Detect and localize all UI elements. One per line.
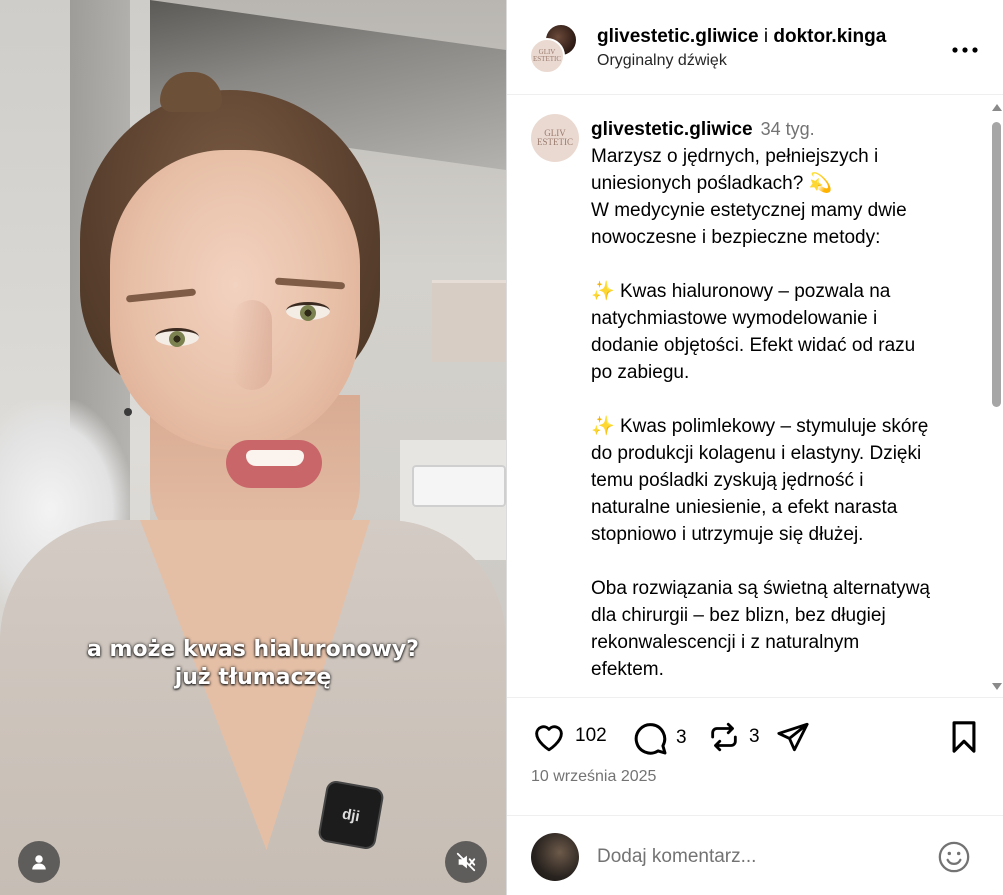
sparkles-emoji-icon: ✨ [591, 281, 615, 302]
person-earring [124, 408, 132, 416]
comment-avatar-logo-text: GLIV ESTETIC [537, 128, 573, 147]
like-button[interactable]: 102 [531, 720, 607, 752]
comment-count[interactable]: 3 [676, 727, 687, 749]
username-link-1[interactable]: glivestetic.gliwice [597, 26, 759, 47]
background-device [412, 465, 506, 507]
microphone-label: dji [340, 805, 362, 825]
caption-line: nowoczesne i bezpieczne metody: [591, 227, 881, 248]
post-date[interactable]: 10 września 2025 [531, 768, 656, 786]
post-actions: 102 3 3 10 września 2025 [507, 697, 1003, 807]
speaker-muted-icon [456, 852, 476, 872]
emoji-button[interactable] [937, 840, 971, 879]
avatar-glivestetic[interactable]: GLIV ESTETIC [529, 38, 565, 74]
person-eye-right [286, 302, 330, 321]
caption-line: natychmiastowe wymodelowanie i [591, 308, 878, 329]
caption-line: temu pośladki zyskują jędrność i [591, 470, 864, 491]
username-joiner: i [763, 26, 769, 47]
clip-microphone: dji [317, 779, 385, 851]
comment-bubble-icon [634, 723, 667, 755]
caption-line: dla chirurgii – bez blizn, bez długiej [591, 605, 886, 626]
current-user-avatar [531, 833, 579, 881]
tagged-users-button[interactable] [18, 841, 60, 883]
save-button[interactable] [949, 720, 979, 754]
repost-button[interactable]: 3 [707, 720, 760, 754]
audio-link[interactable]: Oryginalny dźwięk [597, 52, 727, 70]
caption-line: W medycynie estetycznej mamy dwie [591, 200, 907, 221]
person-eye-left [155, 328, 199, 347]
share-button[interactable] [775, 720, 811, 754]
caption-line: stopniowo i utrzymuje się dłużej. [591, 524, 864, 545]
scroll-down-arrow-icon[interactable] [992, 683, 1002, 690]
scrollbar-thumb[interactable] [992, 122, 1001, 407]
heart-icon [535, 725, 563, 752]
comments-section[interactable]: GLIV ESTETIC glivestetic.gliwice 34 tyg. M… [507, 96, 1003, 696]
subtitle-line-1: a może kwas hialuronowy? [87, 637, 419, 662]
more-options-button[interactable] [952, 36, 978, 56]
comment-button[interactable]: 3 [632, 720, 687, 756]
caption-line-with-emoji: uniesionych pośladkach? 💫 [591, 173, 833, 194]
caption-line: do produkcji kolagenu i elastyny. Dzięki [591, 443, 922, 464]
comment-avatar[interactable]: GLIV ESTETIC [531, 114, 579, 162]
send-icon [777, 722, 809, 752]
dizzy-emoji-icon: 💫 [808, 173, 833, 194]
video-subtitle: a może kwas hialuronowy? już tłumaczę [0, 636, 506, 692]
caption-line: rekonwalescencji i z naturalnym [591, 632, 860, 653]
caption-line: efektem. [591, 659, 664, 680]
caption-line-with-emoji: ✨ Kwas polimlekowy – stymuluje skórę [591, 416, 929, 437]
caption-line: po zabiegu. [591, 362, 690, 383]
comments-scrollbar[interactable] [989, 100, 1003, 692]
smiley-icon [938, 841, 970, 873]
repost-count[interactable]: 3 [749, 726, 760, 748]
repost-icon [711, 722, 737, 752]
bookmark-icon [952, 721, 976, 753]
mute-button[interactable] [445, 841, 487, 883]
caption-line-with-emoji: ✨ Kwas hialuronowy – pozwala na [591, 281, 891, 302]
video-player[interactable]: a może kwas hialuronowy? już tłumaczę dj… [0, 0, 506, 895]
person-nose [232, 300, 272, 390]
scroll-up-arrow-icon[interactable] [992, 104, 1002, 111]
person-iris-right [300, 305, 316, 321]
like-count[interactable]: 102 [575, 725, 607, 747]
caption-line: Oba rozwiązania są świetną alternatywą [591, 578, 931, 599]
caption-line: Marzysz o jędrnych, pełniejszych i [591, 146, 879, 167]
instagram-post-view: a może kwas hialuronowy? już tłumaczę dj… [0, 0, 1003, 895]
caption-comment: glivestetic.gliwice 34 tyg. Marzysz o jęd… [591, 116, 971, 683]
collab-usernames: glivestetic.gliwice i doktor.kinga [597, 26, 886, 48]
post-header: GLIV ESTETIC glivestetic.gliwice i doktor… [507, 0, 1003, 95]
subtitle-line-2: już tłumaczę [174, 665, 332, 690]
collab-avatars[interactable]: GLIV ESTETIC [529, 23, 581, 75]
person-teeth [246, 450, 304, 466]
comment-header-line: glivestetic.gliwice 34 tyg. [591, 116, 971, 143]
user-icon [32, 855, 46, 870]
caption-line: dodanie objętości. Efekt widać od razu [591, 335, 916, 356]
person-iris-left [169, 331, 185, 347]
more-icon [952, 47, 978, 53]
username-link-2[interactable]: doktor.kinga [773, 26, 886, 47]
caption-line: naturalne uniesienie, a efekt narasta [591, 497, 898, 518]
sparkles-emoji-icon: ✨ [591, 416, 615, 437]
avatar-logo-text: GLIV ESTETIC [533, 48, 561, 63]
comment-username[interactable]: glivestetic.gliwice [591, 119, 753, 140]
comment-input[interactable] [597, 846, 897, 868]
post-details-panel: GLIV ESTETIC glivestetic.gliwice i doktor… [506, 0, 1003, 895]
add-comment-bar [507, 815, 1003, 895]
background-cabinet [432, 280, 506, 362]
comment-time[interactable]: 34 tyg. [761, 119, 815, 139]
